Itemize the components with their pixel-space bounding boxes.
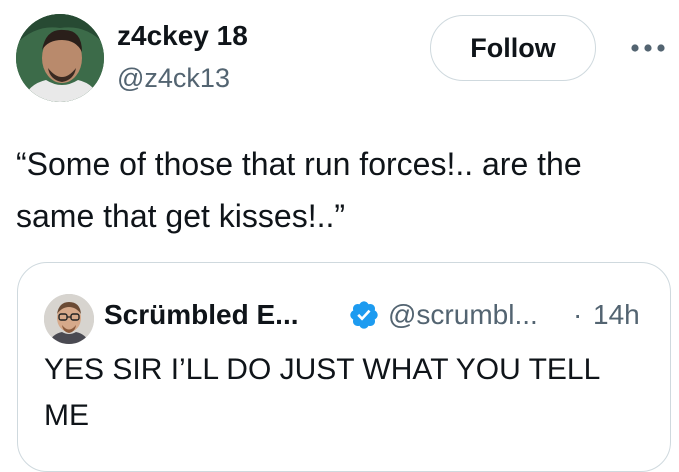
quoted-tweet-text: YES SIR I’LL DO JUST WHAT YOU TELL ME: [44, 353, 600, 432]
quoted-author-avatar-image: [44, 294, 94, 344]
author-handle[interactable]: @z4ck13: [117, 61, 230, 95]
quoted-tweet-timestamp[interactable]: 14h: [593, 296, 640, 334]
quoted-tweet-card[interactable]: Scrümbled E... @scrumbl... · 14h YES SIR…: [17, 262, 671, 472]
quoted-author-handle[interactable]: @scrumbl...: [388, 296, 538, 334]
author-avatar-image: [16, 14, 104, 102]
more-horizontal-icon: [631, 44, 665, 52]
tweet-text: “Some of those that run forces!.. are th…: [16, 146, 582, 234]
follow-button[interactable]: Follow: [430, 15, 596, 81]
author-display-name[interactable]: z4ckey 18: [117, 18, 248, 54]
separator-dot: ·: [573, 299, 583, 330]
quoted-author-display-name[interactable]: Scrümbled E...: [104, 296, 299, 334]
author-avatar[interactable]: [16, 14, 104, 102]
more-options-button[interactable]: [628, 34, 668, 62]
quoted-author-avatar[interactable]: [44, 294, 94, 344]
verified-badge-icon: [350, 301, 378, 329]
